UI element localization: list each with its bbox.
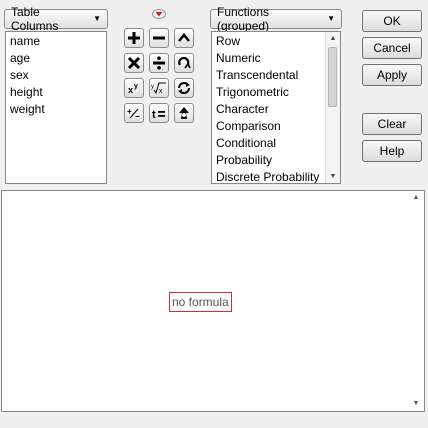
- multiply-button[interactable]: [124, 53, 144, 73]
- power-button[interactable]: x y: [124, 78, 144, 98]
- functions-list[interactable]: Row Numeric Transcendental Trigonometric…: [211, 31, 341, 184]
- formula-placeholder[interactable]: no formula: [169, 292, 232, 312]
- chevron-down-icon: ▼: [327, 14, 335, 23]
- help-label: Help: [379, 144, 405, 158]
- list-item[interactable]: Comparison: [212, 118, 340, 135]
- list-item[interactable]: age: [6, 50, 106, 67]
- cancel-label: Cancel: [373, 41, 411, 55]
- rotate-icon: [178, 82, 190, 94]
- table-columns-dropdown-label: Table Columns: [11, 5, 59, 33]
- multiply-icon: [127, 56, 141, 70]
- assign-icon: t: [152, 109, 165, 120]
- svg-text:y: y: [134, 83, 138, 90]
- formula-editor-scrollbar[interactable]: ▲ ▼: [408, 191, 424, 411]
- scroll-thumb[interactable]: [328, 47, 337, 107]
- power-icon: x y: [128, 83, 138, 95]
- root-icon: y x: [151, 82, 166, 95]
- list-item[interactable]: Character: [212, 101, 340, 118]
- subtract-button[interactable]: [149, 28, 169, 48]
- svg-text:−: −: [135, 112, 140, 120]
- apply-button[interactable]: Apply: [362, 64, 422, 86]
- functions-dropdown-label: Functions (grouped): [217, 5, 270, 33]
- clear-button[interactable]: Clear: [362, 113, 422, 135]
- list-item[interactable]: sex: [6, 67, 106, 84]
- clear-label: Clear: [377, 117, 407, 131]
- assign-button[interactable]: t: [149, 103, 169, 123]
- ok-label: OK: [383, 14, 401, 28]
- table-columns-dropdown[interactable]: Table Columns ▼: [4, 5, 108, 33]
- list-item[interactable]: name: [6, 33, 106, 50]
- caret-up-icon: [178, 33, 190, 42]
- list-item[interactable]: Transcendental: [212, 67, 340, 84]
- bottom-bar: [0, 412, 428, 428]
- svg-text:t: t: [152, 109, 156, 120]
- insert-button[interactable]: [174, 28, 194, 48]
- peel-button[interactable]: [174, 103, 194, 123]
- plus-minus-button[interactable]: + −: [124, 103, 144, 123]
- swap-button[interactable]: [174, 53, 194, 73]
- divide-icon: [153, 56, 165, 70]
- scroll-down-icon[interactable]: ▼: [408, 397, 424, 411]
- help-button[interactable]: Help: [362, 140, 422, 162]
- minus-icon: [153, 36, 165, 40]
- cancel-button[interactable]: Cancel: [362, 37, 422, 59]
- collapse-toggle-icon[interactable]: [152, 8, 166, 19]
- list-item[interactable]: Probability: [212, 152, 340, 169]
- list-item[interactable]: Discrete Probability: [212, 169, 340, 183]
- add-button[interactable]: [124, 28, 144, 48]
- list-item[interactable]: Trigonometric: [212, 84, 340, 101]
- list-item[interactable]: weight: [6, 101, 106, 118]
- plus-minus-icon: +−: [127, 107, 140, 120]
- divide-button[interactable]: [149, 53, 169, 73]
- svg-text:x: x: [159, 88, 163, 95]
- list-item[interactable]: Conditional: [212, 135, 340, 152]
- peel-icon: [179, 107, 189, 119]
- svg-text:+: +: [127, 107, 132, 116]
- list-item[interactable]: Numeric: [212, 50, 340, 67]
- table-columns-list[interactable]: name age sex height weight: [5, 31, 107, 184]
- swap-icon: [178, 56, 191, 69]
- functions-dropdown[interactable]: Functions (grouped) ▼: [210, 5, 342, 33]
- scroll-down-icon[interactable]: ▼: [326, 170, 340, 183]
- scroll-up-icon[interactable]: ▲: [326, 32, 340, 45]
- list-item[interactable]: Row: [212, 33, 340, 50]
- svg-text:x: x: [128, 85, 133, 95]
- scroll-up-icon[interactable]: ▲: [408, 191, 424, 205]
- list-item[interactable]: height: [6, 84, 106, 101]
- plus-icon: [128, 32, 140, 44]
- ok-button[interactable]: OK: [362, 10, 422, 32]
- apply-label: Apply: [376, 68, 408, 82]
- rotate-button[interactable]: [174, 78, 194, 98]
- chevron-down-icon: ▼: [93, 14, 101, 23]
- functions-scrollbar[interactable]: ▲ ▼: [325, 32, 340, 183]
- svg-text:y: y: [151, 84, 154, 90]
- root-button[interactable]: y x: [149, 78, 169, 98]
